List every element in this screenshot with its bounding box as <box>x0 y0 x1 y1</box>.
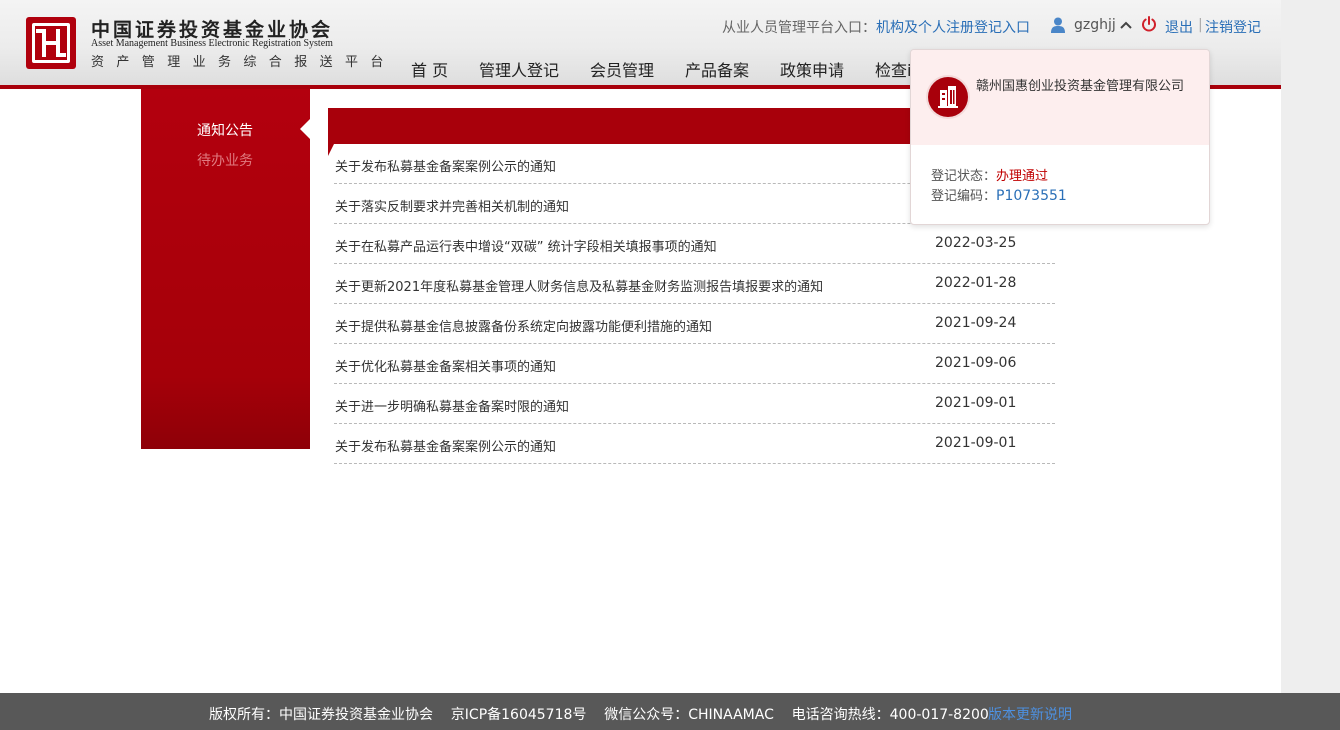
register-entry-link[interactable]: 机构及个人注册登记入口 <box>876 17 1030 37</box>
notice-title[interactable]: 关于提供私募基金信息披露备份系统定向披露功能便利措施的通知 <box>335 316 712 335</box>
list-item[interactable]: 关于优化私募基金备案相关事项的通知 2021-09-06 <box>334 344 1055 384</box>
company-name: 赣州国惠创业投资基金管理有限公司 <box>976 79 1185 94</box>
notice-title[interactable]: 关于更新2021年度私募基金管理人财务信息及私募基金财务监测报告填报要求的通知 <box>335 276 823 295</box>
notice-title[interactable]: 关于进一步明确私募基金备案时限的通知 <box>335 396 569 415</box>
code-value: P1073551 <box>996 188 1067 204</box>
list-item[interactable]: 关于在私募产品运行表中增设“双碳” 统计字段相关填报事项的通知 2022-03-… <box>334 224 1055 264</box>
entry-label: 从业人员管理平台入口： <box>722 20 876 36</box>
chevron-up-icon[interactable] <box>1120 20 1132 30</box>
list-item[interactable]: 关于发布私募基金备案案例公示的通知 2021-09-01 <box>334 424 1055 464</box>
logo-emblem-icon <box>26 17 76 69</box>
username[interactable]: gzghjj <box>1074 17 1116 33</box>
nav-policy-application[interactable]: 政策申请 <box>780 57 844 81</box>
nav-home[interactable]: 首 页 <box>411 57 448 81</box>
list-item[interactable]: 关于更新2021年度私募基金管理人财务信息及私募基金财务监测报告填报要求的通知 … <box>334 264 1055 304</box>
status-label: 登记状态： <box>931 169 997 184</box>
notice-date: 2021-09-06 <box>935 355 1017 371</box>
separator: | <box>1198 17 1203 33</box>
notice-title[interactable]: 关于优化私募基金备案相关事项的通知 <box>335 356 556 375</box>
notice-title[interactable]: 关于在私募产品运行表中增设“双碳” 统计字段相关填报事项的通知 <box>335 236 717 255</box>
sidebar-item-notices[interactable]: 通知公告 <box>197 120 253 140</box>
status-value: 办理通过 <box>996 169 1049 184</box>
registration-status: 登记状态：办理通过 <box>931 165 1048 184</box>
user-icon <box>1051 17 1065 33</box>
building-icon <box>928 77 968 117</box>
sidebar-item-pending-tasks[interactable]: 待办业务 <box>197 150 253 170</box>
list-item[interactable]: 关于提供私募基金信息披露备份系统定向披露功能便利措施的通知 2021-09-24 <box>334 304 1055 344</box>
user-info-popup: 赣州国惠创业投资基金管理有限公司 登记状态：办理通过 登记编码：P1073551 <box>910 49 1210 225</box>
notice-title[interactable]: 关于落实反制要求并完善相关机制的通知 <box>335 196 569 215</box>
notice-date: 2021-09-01 <box>935 395 1017 411</box>
nav-manager-registration[interactable]: 管理人登记 <box>479 57 559 81</box>
version-notes-link[interactable]: 版本更新说明 <box>988 704 1072 724</box>
footer-copyright: 版权所有：中国证券投资基金业协会 京ICP备16045718号 微信公众号：CH… <box>209 707 989 723</box>
platform-name: 资产管理业务综合报送平台 <box>91 55 396 70</box>
sidebar: 通知公告 待办业务 <box>141 89 310 449</box>
notice-title[interactable]: 关于发布私募基金备案案例公示的通知 <box>335 436 556 455</box>
active-indicator <box>300 119 310 139</box>
power-icon[interactable] <box>1141 16 1157 32</box>
nav-inspection[interactable]: 检查i <box>875 57 911 81</box>
registration-code: 登记编码：P1073551 <box>931 185 1067 204</box>
footer: 版权所有：中国证券投资基金业协会 京ICP备16045718号 微信公众号：CH… <box>0 693 1340 730</box>
unregister-link[interactable]: 注销登记 <box>1205 17 1261 37</box>
notice-title[interactable]: 关于发布私募基金备案案例公示的通知 <box>335 156 556 175</box>
notice-date: 2021-09-01 <box>935 435 1017 451</box>
notice-date: 2021-09-24 <box>935 315 1017 331</box>
notice-date: 2022-01-28 <box>935 275 1017 291</box>
logout-link[interactable]: 退出 <box>1165 17 1193 37</box>
nav-member-management[interactable]: 会员管理 <box>590 57 654 81</box>
code-label: 登记编码： <box>931 189 997 204</box>
org-name-en: Asset Management Business Electronic Reg… <box>91 38 333 49</box>
notice-date: 2022-03-25 <box>935 235 1017 251</box>
list-item[interactable]: 关于进一步明确私募基金备案时限的通知 2021-09-01 <box>334 384 1055 424</box>
nav-product-filing[interactable]: 产品备案 <box>685 57 749 81</box>
